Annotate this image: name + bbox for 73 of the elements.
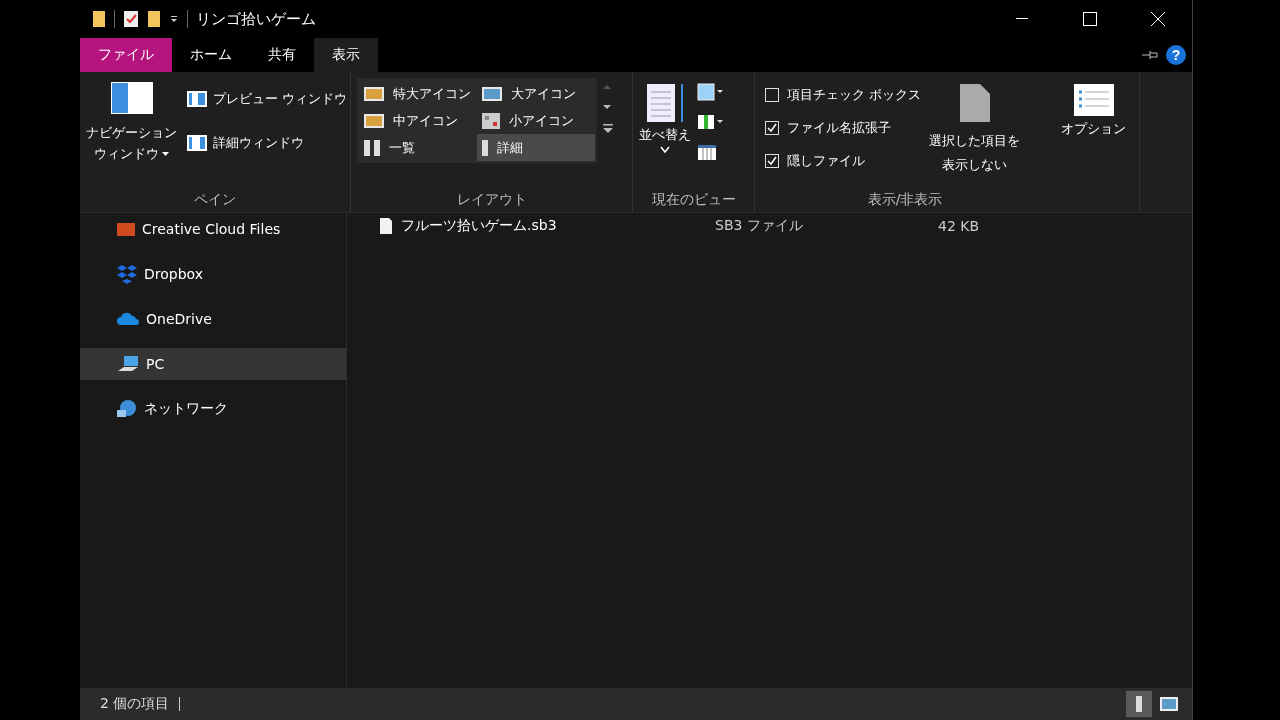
layout-option[interactable]: 小アイコン: [477, 107, 595, 134]
checkbox[interactable]: ファイル名拡張子: [765, 111, 922, 144]
folder-icon[interactable]: [147, 10, 161, 28]
maximize-icon: [1083, 12, 1097, 26]
checklist-icon: [1072, 82, 1115, 118]
ribbon-tab[interactable]: ホーム: [172, 38, 250, 72]
picture-icon: [481, 84, 503, 103]
layout-option[interactable]: 大アイコン: [477, 80, 595, 107]
hide-selected-button[interactable]: 選択した項目を 表示しない: [929, 78, 1021, 180]
list-view-icon: [1135, 695, 1143, 713]
layout-option[interactable]: 中アイコン: [359, 107, 477, 134]
properties-icon[interactable]: [123, 10, 139, 28]
sidebar-item[interactable]: PC: [80, 348, 346, 380]
sidebar-item[interactable]: Creative Cloud Files: [80, 213, 346, 245]
file-name[interactable]: フルーツ拾いゲーム.sb3: [347, 217, 715, 235]
scroll-down-icon[interactable]: [603, 104, 611, 110]
file-icon: [379, 217, 393, 235]
page-icon: [957, 82, 992, 124]
check-icon: [767, 122, 777, 133]
group-label: 表示/非表示: [867, 191, 943, 209]
pane-layout-icon: [187, 135, 207, 151]
column-width-icon[interactable]: [697, 142, 717, 162]
dropdown-icon[interactable]: [169, 14, 179, 24]
sidebar-item[interactable]: Dropbox: [80, 258, 346, 290]
file-type: SB3 ファイル: [715, 217, 804, 235]
pane-layout-icon: [187, 91, 207, 107]
close-icon: [1151, 12, 1165, 26]
item-count: 2 個の項目: [100, 695, 170, 713]
cloud-icon: [116, 312, 140, 326]
layout-option[interactable]: 一覧: [359, 134, 477, 161]
folder-icon[interactable]: [92, 10, 106, 28]
pane-button[interactable]: プレビュー ウィンドウ: [183, 88, 352, 110]
picture-icon: [363, 111, 385, 130]
sidebar-item[interactable]: ネットワーク: [80, 393, 346, 425]
layout-option[interactable]: 詳細: [477, 134, 595, 161]
checkbox[interactable]: 隠しファイル: [765, 144, 922, 177]
layout-option[interactable]: 特大アイコン: [359, 80, 477, 107]
minimize-icon: [1016, 18, 1028, 20]
sidebar-item[interactable]: OneDrive: [80, 303, 346, 335]
group-label: レイアウト: [456, 191, 527, 209]
button-label: ウィンドウ: [94, 145, 159, 163]
file-size: 42 KB: [938, 218, 980, 234]
navigation-pane-button[interactable]: ナビゲーション ウィンドウ: [86, 78, 177, 168]
computer-icon: [116, 355, 140, 373]
expand-icon[interactable]: [603, 124, 613, 133]
list-view-icon: [481, 138, 489, 157]
globe-icon: [116, 399, 138, 419]
pin-icon[interactable]: [1142, 50, 1158, 60]
add-columns-icon[interactable]: [697, 112, 723, 132]
caret-icon: [660, 146, 670, 154]
folder-icon: [116, 221, 136, 237]
caret-icon: [162, 152, 169, 156]
details-view-button[interactable]: [1126, 691, 1152, 717]
group-by-icon[interactable]: [697, 82, 723, 102]
ribbon-tab[interactable]: ファイル: [80, 38, 172, 72]
pane-button[interactable]: 詳細ウィンドウ: [183, 132, 352, 154]
picture-icon: [363, 84, 385, 103]
options-button[interactable]: オプション: [1061, 78, 1126, 143]
grid-icon: [481, 111, 501, 130]
list-view-icon: [363, 138, 381, 157]
check-icon: [767, 155, 777, 166]
ribbon-tab[interactable]: 共有: [250, 38, 314, 72]
help-button[interactable]: ?: [1166, 45, 1186, 65]
table-icon: [645, 82, 685, 124]
window-title: リンゴ拾いゲーム: [196, 9, 316, 29]
picture-icon: [1159, 696, 1179, 712]
ribbon-tab[interactable]: 表示: [314, 38, 378, 72]
dropbox-icon: [116, 264, 138, 284]
checkbox[interactable]: 項目チェック ボックス: [765, 78, 922, 111]
sort-button[interactable]: 並べ替え: [639, 78, 691, 158]
group-label: 現在のビュー: [651, 191, 736, 209]
pane-layout-icon: [110, 82, 153, 114]
group-label: ペイン: [194, 191, 236, 209]
